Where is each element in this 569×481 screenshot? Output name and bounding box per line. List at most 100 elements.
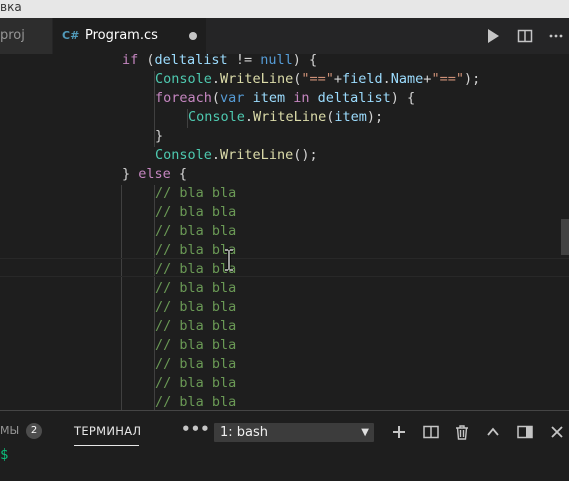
code-line: // bla bla bbox=[0, 298, 560, 317]
code-token: // bla bla bbox=[155, 185, 237, 201]
code-token: . bbox=[244, 109, 254, 125]
tab-problems-label: МЫ bbox=[0, 424, 20, 437]
code-token: // bla bla bbox=[155, 375, 237, 391]
scrollbar-thumb[interactable] bbox=[561, 219, 569, 255]
csharp-file-icon: C# bbox=[62, 29, 80, 42]
code-token: else bbox=[138, 166, 171, 182]
text-cursor-icon bbox=[225, 249, 233, 271]
code-token: var bbox=[220, 90, 245, 106]
tab-problems[interactable]: МЫ 2 bbox=[0, 421, 42, 441]
title-bar: вка bbox=[0, 0, 569, 18]
code-line: if (deltalist != null) { bbox=[0, 54, 560, 70]
bottom-panel: МЫ 2 ТЕРМИНАЛ ••• 1: bash ▼ $ bbox=[0, 410, 569, 481]
code-token: ) { bbox=[292, 54, 318, 68]
terminal-select[interactable]: 1: bash ▼ bbox=[214, 423, 374, 442]
terminal-select-value: 1: bash bbox=[220, 425, 269, 440]
close-icon[interactable] bbox=[550, 423, 566, 441]
code-token: item bbox=[252, 90, 286, 106]
code-token: in bbox=[293, 90, 310, 106]
active-tab-underline bbox=[74, 445, 139, 446]
code-token: deltalist bbox=[317, 90, 391, 106]
code-token: foreach bbox=[155, 90, 212, 106]
code-token: field bbox=[342, 71, 383, 87]
code-line: // bla bla bbox=[0, 184, 560, 203]
code-token: } bbox=[122, 166, 139, 182]
code-editor[interactable]: if (deltalist != null) {Console.WriteLin… bbox=[0, 54, 569, 410]
code-token: . bbox=[211, 147, 221, 163]
window-title: вка bbox=[0, 0, 22, 14]
code-line: // bla bla bbox=[0, 241, 560, 260]
code-token: // bla bla bbox=[155, 356, 237, 372]
code-line: // bla bla bbox=[0, 222, 560, 241]
unsaved-dot-icon[interactable] bbox=[189, 32, 197, 40]
run-icon[interactable] bbox=[486, 18, 502, 54]
code-token: . bbox=[382, 71, 391, 87]
code-token: Name bbox=[390, 71, 424, 87]
code-token: != bbox=[227, 54, 261, 68]
code-token: "==" bbox=[301, 71, 334, 87]
code-token: // bla bla bbox=[155, 394, 237, 410]
code-line: // bla bla bbox=[0, 203, 560, 222]
more-actions-icon[interactable] bbox=[548, 18, 564, 54]
terminal-prompt[interactable]: $ bbox=[0, 446, 8, 464]
code-token: Console bbox=[188, 109, 245, 125]
problems-count-badge: 2 bbox=[26, 423, 42, 439]
code-token: // bla bla bbox=[155, 204, 237, 220]
chevron-down-icon: ▼ bbox=[361, 427, 369, 438]
code-token: // bla bla bbox=[155, 299, 237, 315]
code-token: + bbox=[333, 71, 342, 87]
code-line: // bla bla bbox=[0, 279, 560, 298]
code-token: (); bbox=[293, 147, 318, 163]
code-token: ( bbox=[211, 90, 221, 106]
code-token: Console bbox=[155, 71, 212, 87]
code-token: WriteLine bbox=[220, 147, 294, 163]
tab-proj-label: proj bbox=[0, 28, 25, 43]
code-token: if bbox=[122, 54, 139, 68]
vscode-window: вка proj C# Program.cs if (deltalist != … bbox=[0, 0, 569, 481]
code-line: Console.WriteLine("=="+field.Name+"=="); bbox=[0, 70, 560, 89]
code-line: Console.WriteLine(item); bbox=[0, 108, 560, 127]
code-token: "==" bbox=[431, 71, 464, 87]
panel-more-icon[interactable]: ••• bbox=[181, 421, 210, 441]
split-editor-icon[interactable] bbox=[517, 18, 535, 54]
code-token: ); bbox=[463, 71, 481, 87]
code-token: null bbox=[260, 54, 293, 68]
tab-program-cs-label: Program.cs bbox=[85, 28, 158, 43]
code-token: } bbox=[155, 128, 164, 144]
maximize-panel-icon[interactable] bbox=[517, 423, 533, 441]
code-line: // bla bla bbox=[0, 317, 560, 336]
code-token: Console bbox=[155, 147, 212, 163]
code-token: { bbox=[170, 166, 188, 182]
code-line: foreach(var item in deltalist) { bbox=[0, 89, 560, 108]
tab-terminal[interactable]: ТЕРМИНАЛ bbox=[74, 421, 141, 441]
trash-icon[interactable] bbox=[455, 423, 471, 441]
code-line: // bla bla bbox=[0, 355, 560, 374]
tab-proj[interactable]: proj bbox=[0, 18, 53, 54]
code-line: } bbox=[0, 127, 560, 146]
code-line: // bla bla bbox=[0, 260, 560, 279]
code-token: ); bbox=[366, 109, 384, 125]
code-token: ) { bbox=[390, 90, 416, 106]
code-token: // bla bla bbox=[155, 223, 237, 239]
code-token: // bla bla bbox=[155, 318, 237, 334]
code-line: // bla bla bbox=[0, 393, 560, 410]
code-token: // bla bla bbox=[155, 280, 237, 296]
code-token: WriteLine bbox=[220, 71, 294, 87]
split-terminal-icon[interactable] bbox=[423, 423, 439, 441]
code-line: } else { bbox=[0, 165, 560, 184]
code-token: deltalist bbox=[154, 54, 228, 68]
chevron-up-icon[interactable] bbox=[486, 423, 502, 441]
code-line: Console.WriteLine(); bbox=[0, 146, 560, 165]
tab-program-cs[interactable]: C# Program.cs bbox=[53, 18, 206, 54]
code-token: ( bbox=[138, 54, 155, 68]
code-line: // bla bla bbox=[0, 374, 560, 393]
editor-tab-bar: proj C# Program.cs bbox=[0, 18, 569, 54]
code-token: item bbox=[334, 109, 367, 125]
code-token: // bla bla bbox=[155, 337, 237, 353]
new-terminal-icon[interactable] bbox=[392, 423, 408, 441]
code-token: . bbox=[211, 71, 221, 87]
code-token: WriteLine bbox=[253, 109, 327, 125]
